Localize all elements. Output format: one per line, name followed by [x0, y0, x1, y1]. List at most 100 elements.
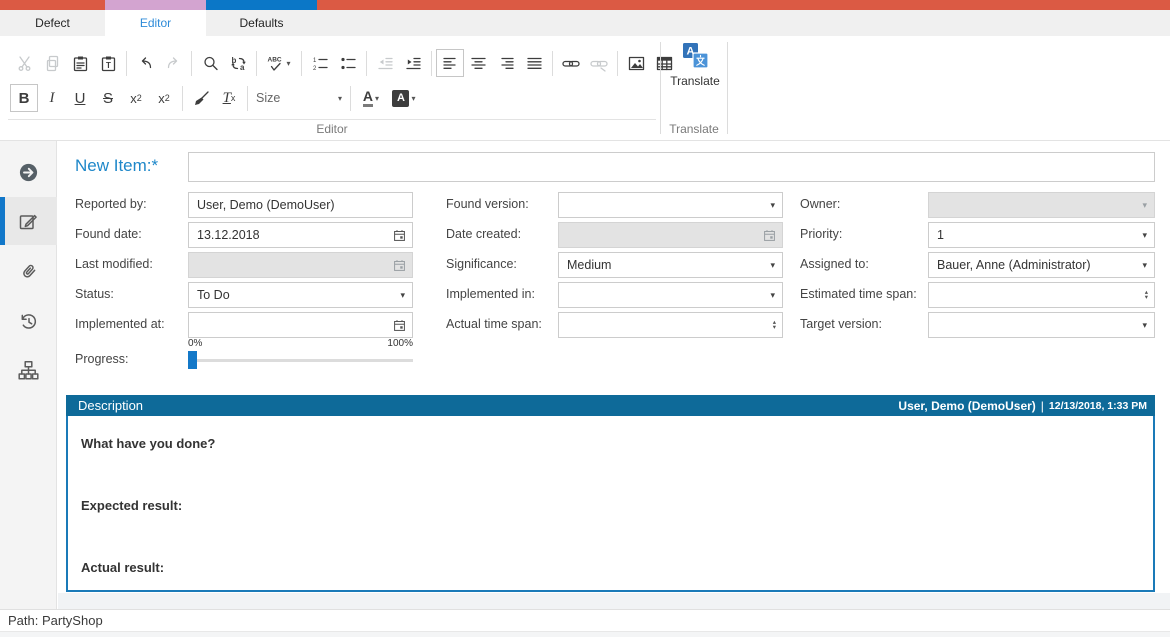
italic-button[interactable]: I: [38, 84, 66, 112]
implemented-in-label: Implemented in:: [446, 287, 535, 301]
tab-defect[interactable]: Defect: [0, 10, 105, 36]
tab-editor[interactable]: Editor: [105, 10, 206, 36]
found-date-field[interactable]: 13.12.2018: [188, 222, 413, 248]
bg-color-button[interactable]: A▾: [387, 84, 421, 112]
justify-icon: [526, 55, 543, 72]
status-dropdown[interactable]: To Do▾: [188, 282, 413, 308]
goto-icon: [18, 162, 39, 183]
link-button[interactable]: [557, 49, 585, 77]
ribbon-row-1: T ba ABC▾ 12: [10, 48, 678, 78]
align-left-icon: [442, 55, 459, 72]
redo-button: [159, 49, 187, 77]
find-button[interactable]: [196, 49, 224, 77]
paste-text-button[interactable]: T: [94, 49, 122, 77]
calendar-icon[interactable]: [393, 319, 412, 332]
path-label: Path: PartyShop: [8, 613, 103, 628]
assigned-to-dropdown[interactable]: Bauer, Anne (Administrator)▾: [928, 252, 1155, 278]
significance-value: Medium: [559, 258, 770, 272]
undo-button[interactable]: [131, 49, 159, 77]
calendar-icon[interactable]: [393, 229, 412, 242]
ribbon-row-2: B I U S x2 x2 Tx Size▾ A▾ A▾: [10, 83, 421, 113]
cut-icon: [16, 55, 33, 72]
implemented-at-field[interactable]: [188, 312, 413, 338]
subscript-button[interactable]: x2: [122, 84, 150, 112]
progress-label: Progress:: [75, 352, 129, 366]
indent-button[interactable]: [399, 49, 427, 77]
chevron-down-icon: ▾: [770, 201, 782, 210]
replace-button[interactable]: ba: [224, 49, 252, 77]
format-painter-button[interactable]: [187, 84, 215, 112]
priority-dropdown[interactable]: 1▾: [928, 222, 1155, 248]
paste-button[interactable]: [66, 49, 94, 77]
align-right-button[interactable]: [492, 49, 520, 77]
ribbon-separator: [366, 51, 367, 76]
sidebar-item-history[interactable]: [0, 299, 57, 343]
progress-track[interactable]: [188, 359, 413, 362]
strikethrough-button[interactable]: S: [94, 84, 122, 112]
description-editor[interactable]: What have you done? Expected result: Act…: [66, 416, 1155, 592]
spinner-down-icon[interactable]: ▾: [773, 325, 776, 331]
progress-minmax: 0% 100%: [188, 338, 413, 349]
sidebar-item-goto[interactable]: [0, 150, 57, 194]
svg-text:T: T: [106, 61, 111, 70]
align-left-button[interactable]: [436, 49, 464, 77]
justify-button[interactable]: [520, 49, 548, 77]
spinner-buttons[interactable]: ▴▾: [773, 320, 782, 331]
format-painter-icon: [193, 90, 210, 107]
significance-dropdown[interactable]: Medium▾: [558, 252, 783, 278]
numbered-list-button[interactable]: 12: [306, 49, 334, 77]
translate-icon: A: [682, 42, 709, 69]
new-item-input[interactable]: [188, 152, 1155, 182]
progress-handle[interactable]: [188, 351, 197, 369]
date-created-label: Date created:: [446, 227, 521, 241]
text-color-button[interactable]: A▾: [355, 84, 387, 112]
content-bottom-band: [58, 593, 1170, 609]
bg-color-icon: A: [392, 90, 409, 107]
underline-button[interactable]: U: [66, 84, 94, 112]
spinner-down-icon[interactable]: ▾: [1145, 295, 1148, 301]
chevron-down-icon: ▾: [1142, 231, 1154, 240]
chevron-down-icon: ▾: [400, 291, 412, 300]
link-icon: [562, 55, 580, 72]
replace-icon: ba: [230, 55, 247, 72]
translate-group-label: Translate: [661, 122, 727, 136]
strip-defect: [0, 0, 105, 10]
superscript-button[interactable]: x2: [150, 84, 178, 112]
font-size-dropdown[interactable]: Size▾: [252, 86, 346, 110]
description-line: Expected result:: [81, 498, 182, 513]
translate-button[interactable]: A Translate: [664, 42, 726, 116]
sidebar-item-attachments[interactable]: [0, 250, 57, 294]
assigned-to-label: Assigned to:: [800, 257, 869, 271]
progress-slider[interactable]: 0% 100%: [188, 338, 413, 372]
clear-formatting-button[interactable]: Tx: [215, 84, 243, 112]
bullet-list-button[interactable]: [334, 49, 362, 77]
found-version-label: Found version:: [446, 197, 529, 211]
sidebar-item-editor[interactable]: [0, 197, 57, 245]
reported-by-field[interactable]: User, Demo (DemoUser): [188, 192, 413, 218]
chevron-down-icon: ▾: [1142, 321, 1154, 330]
chevron-down-icon: ▾: [770, 291, 782, 300]
image-button[interactable]: [622, 49, 650, 77]
description-separator: |: [1041, 399, 1044, 413]
spinner-buttons[interactable]: ▴▾: [1145, 290, 1154, 301]
implemented-in-dropdown[interactable]: ▾: [558, 282, 783, 308]
spellcheck-button[interactable]: ABC▾: [261, 49, 297, 77]
sidebar-item-hierarchy[interactable]: [0, 348, 57, 392]
last-modified-field: [188, 252, 413, 278]
actual-time-span-field[interactable]: ▴▾: [558, 312, 783, 338]
undo-icon: [137, 55, 154, 72]
description-line: Actual result:: [81, 560, 164, 575]
ribbon-separator: [191, 51, 192, 76]
paste-text-icon: T: [100, 55, 117, 72]
found-date-label: Found date:: [75, 227, 142, 241]
align-center-button[interactable]: [464, 49, 492, 77]
estimated-time-span-field[interactable]: ▴▾: [928, 282, 1155, 308]
ribbon-separator: [182, 86, 183, 111]
target-version-dropdown[interactable]: ▾: [928, 312, 1155, 338]
priority-label: Priority:: [800, 227, 842, 241]
found-version-dropdown[interactable]: ▾: [558, 192, 783, 218]
tab-defaults[interactable]: Defaults: [206, 10, 317, 36]
chevron-down-icon: ▾: [770, 261, 782, 270]
bold-button[interactable]: B: [10, 84, 38, 112]
outdent-button: [371, 49, 399, 77]
